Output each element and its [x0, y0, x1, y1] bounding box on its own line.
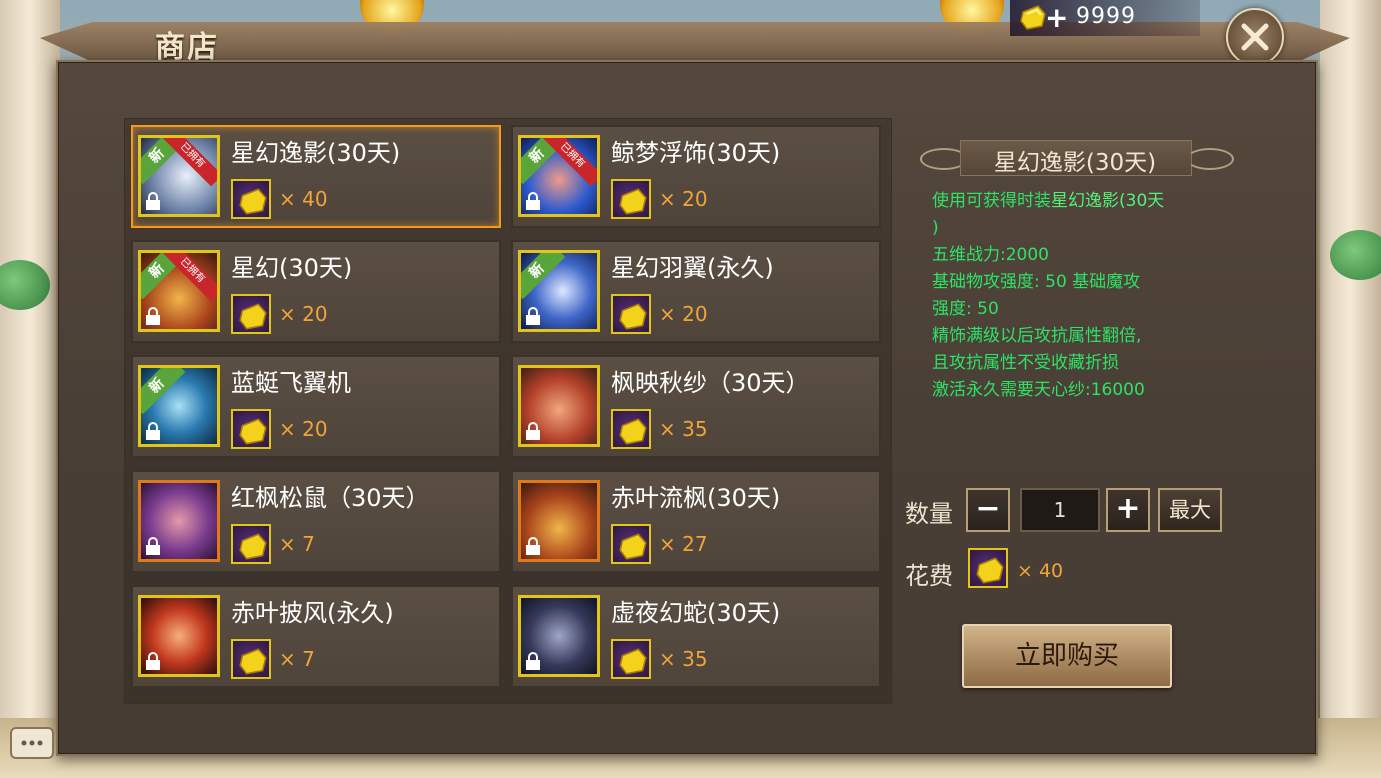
- cost-price: × 40: [1017, 560, 1064, 582]
- item-price: × 7: [279, 532, 315, 556]
- gold-ingot-icon: [611, 639, 651, 679]
- item-thumbnail: [518, 595, 600, 677]
- chat-bubble-icon: [21, 740, 43, 746]
- gold-ingot-icon: [231, 294, 271, 334]
- shop-item[interactable]: 虚夜幻蛇(30天) × 35: [511, 585, 881, 688]
- desc-line: 基础物攻强度: 50 基础魔攻: [932, 272, 1141, 292]
- gold-ingot-icon: [611, 294, 651, 334]
- currency-amount: 9999: [1076, 4, 1136, 29]
- detail-title: 星幻逸影(30天): [993, 150, 1157, 176]
- close-button[interactable]: [1226, 8, 1284, 66]
- buy-now-button[interactable]: 立即购买: [962, 624, 1172, 688]
- shop-item[interactable]: 枫映秋纱（30天） × 35: [511, 355, 881, 458]
- gold-ingot-icon: [968, 548, 1008, 588]
- desc-highlight: 星幻逸影(30天: [1051, 191, 1165, 211]
- gold-ingot-icon: [611, 179, 651, 219]
- quantity-label: 数量: [905, 500, 953, 528]
- item-name: 鲸梦浮饰(30天): [611, 139, 781, 167]
- desc-line: 使用可获得时装星幻逸影(30天: [932, 188, 1222, 215]
- item-name: 赤叶披风(永久): [231, 599, 394, 627]
- lock-icon: [526, 537, 540, 555]
- shop-item[interactable]: 新 已拥有 星幻逸影(30天) × 40: [131, 125, 501, 228]
- shop-item[interactable]: 赤叶披风(永久) × 7: [131, 585, 501, 688]
- currency-display: + 9999: [1010, 0, 1200, 36]
- item-thumbnail: 新 已拥有: [518, 135, 600, 217]
- item-description: 使用可获得时装星幻逸影(30天 ) 五维战力:2000 基础物攻强度: 50 基…: [932, 188, 1222, 404]
- item-name: 蓝蜓飞翼机: [231, 369, 351, 397]
- desc-line: 强度: 50: [932, 299, 999, 319]
- item-grid: 新 已拥有 星幻逸影(30天) × 40 新 已拥有 鲸梦浮饰(30天) × 2…: [124, 118, 892, 704]
- gold-ingot-icon: [231, 179, 271, 219]
- item-thumbnail: [518, 480, 600, 562]
- desc-line: 激活永久需要天心纱:16000: [932, 380, 1145, 400]
- item-name: 虚夜幻蛇(30天): [611, 599, 781, 627]
- lock-icon: [526, 652, 540, 670]
- increase-button[interactable]: +: [1106, 488, 1150, 532]
- detail-header: 星幻逸影(30天): [920, 140, 1234, 176]
- item-thumbnail: 新 已拥有: [138, 250, 220, 332]
- shop-item[interactable]: 新 蓝蜓飞翼机 × 20: [131, 355, 501, 458]
- item-thumbnail: [518, 365, 600, 447]
- gold-ingot-icon: [231, 639, 271, 679]
- item-price: × 7: [279, 647, 315, 671]
- item-name: 红枫松鼠（30天）: [231, 484, 430, 512]
- gold-ingot-icon: [1018, 2, 1048, 32]
- quantity-input[interactable]: 1: [1020, 488, 1100, 532]
- gold-ingot-icon: [611, 409, 651, 449]
- lock-icon: [146, 192, 160, 210]
- item-thumbnail: 新: [518, 250, 600, 332]
- item-name: 星幻(30天): [231, 254, 353, 282]
- background-pillar: [1320, 0, 1381, 778]
- item-name: 星幻羽翼(永久): [611, 254, 774, 282]
- lock-icon: [526, 422, 540, 440]
- shop-item[interactable]: 新 星幻羽翼(永久) × 20: [511, 240, 881, 343]
- item-price: × 20: [279, 417, 328, 441]
- item-name: 赤叶流枫(30天): [611, 484, 781, 512]
- gold-ingot-icon: [231, 524, 271, 564]
- desc-line: ): [932, 218, 939, 238]
- max-button[interactable]: 最大: [1158, 488, 1222, 532]
- item-thumbnail: 新 已拥有: [138, 135, 220, 217]
- cost-label: 花费: [905, 562, 953, 590]
- item-price: × 35: [659, 417, 708, 441]
- desc-line: 且攻抗属性不受收藏折损: [932, 353, 1119, 373]
- chat-button[interactable]: [10, 727, 54, 759]
- desc-line: 五维战力:2000: [932, 245, 1049, 265]
- gold-ingot-icon: [231, 409, 271, 449]
- item-price: × 35: [659, 647, 708, 671]
- desc-line: 精饰满级以后攻抗属性翻倍,: [932, 326, 1142, 346]
- item-price: × 27: [659, 532, 708, 556]
- item-price: × 20: [659, 187, 708, 211]
- lock-icon: [526, 307, 540, 325]
- shop-item[interactable]: 红枫松鼠（30天） × 7: [131, 470, 501, 573]
- item-name: 枫映秋纱（30天）: [611, 369, 810, 397]
- decrease-button[interactable]: −: [966, 488, 1010, 532]
- item-price: × 40: [279, 187, 328, 211]
- item-thumbnail: [138, 595, 220, 677]
- item-thumbnail: 新: [138, 365, 220, 447]
- lock-icon: [146, 537, 160, 555]
- desc-prefix: 使用可获得时装: [932, 191, 1051, 211]
- lotus-leaf: [1330, 230, 1381, 280]
- gold-ingot-icon: [611, 524, 651, 564]
- add-currency-button[interactable]: +: [1045, 4, 1068, 32]
- lock-icon: [146, 652, 160, 670]
- shop-item[interactable]: 新 已拥有 星幻(30天) × 20: [131, 240, 501, 343]
- lock-icon: [146, 307, 160, 325]
- item-name: 星幻逸影(30天): [231, 139, 401, 167]
- background-pillar: [0, 0, 60, 778]
- item-price: × 20: [659, 302, 708, 326]
- close-icon: [1241, 23, 1269, 51]
- lock-icon: [526, 192, 540, 210]
- shop-item[interactable]: 赤叶流枫(30天) × 27: [511, 470, 881, 573]
- item-price: × 20: [279, 302, 328, 326]
- item-thumbnail: [138, 480, 220, 562]
- lock-icon: [146, 422, 160, 440]
- shop-item[interactable]: 新 已拥有 鲸梦浮饰(30天) × 20: [511, 125, 881, 228]
